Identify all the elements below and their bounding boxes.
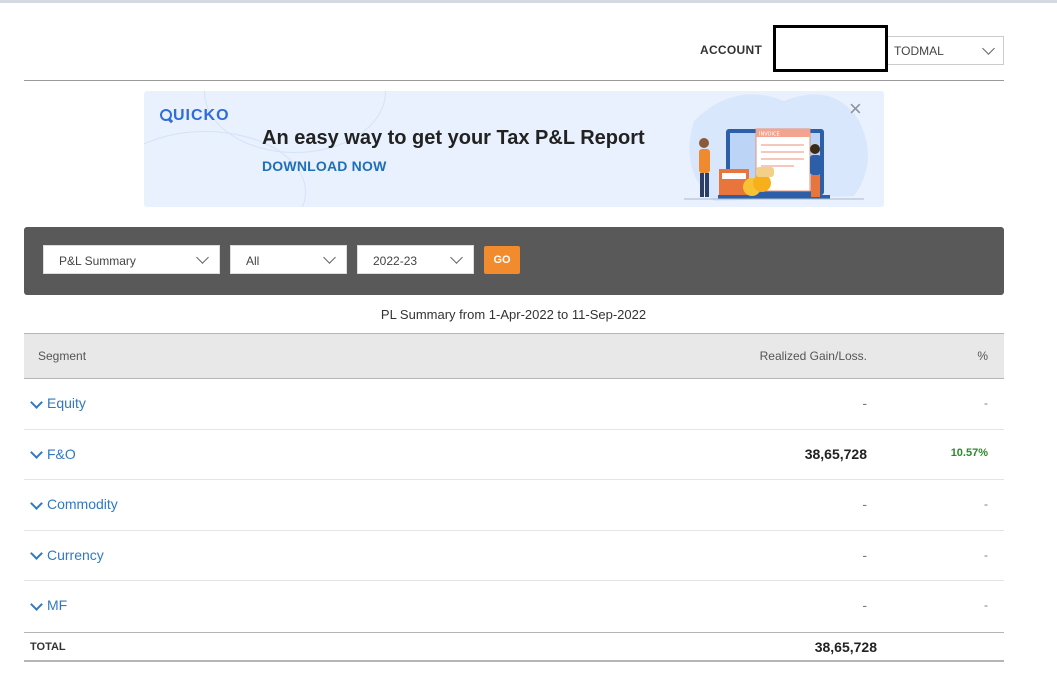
chevron-down-icon — [323, 251, 336, 264]
percent-value: - — [984, 396, 988, 410]
chevron-down-icon — [30, 496, 43, 510]
gain-value: - — [862, 496, 867, 512]
total-row: TOTAL 38,65,728 — [24, 631, 1004, 662]
pl-summary-table: Segment Realized Gain/Loss. % Equity - -… — [24, 333, 1004, 662]
table-row: Commodity - - — [24, 480, 1004, 531]
segment-select-value: All — [246, 254, 260, 268]
table-row: F&O 38,65,728 10.57% — [24, 430, 1004, 480]
chevron-down-icon — [450, 251, 463, 264]
percent-column-header: % — [977, 349, 988, 363]
segment-toggle-fno[interactable]: F&O — [30, 446, 76, 462]
table-row: Currency - - — [24, 531, 1004, 581]
report-type-select[interactable]: P&L Summary — [43, 245, 220, 274]
chevron-down-icon — [30, 597, 43, 611]
percent-value: - — [984, 497, 988, 511]
segment-label: Equity — [47, 395, 86, 411]
segment-label: Commodity — [47, 496, 118, 512]
account-select[interactable]: TODMAL — [887, 36, 1004, 65]
segment-label: Currency — [47, 546, 104, 563]
logo-text: UICKO — [173, 107, 230, 124]
chevron-down-icon — [30, 446, 43, 460]
redacted-account-box — [773, 25, 888, 72]
chevron-down-icon — [30, 547, 43, 561]
filter-bar: P&L Summary All 2022-23 GO — [24, 227, 1004, 295]
chevron-down-icon — [196, 251, 209, 264]
year-select-value: 2022-23 — [373, 254, 418, 268]
close-icon[interactable]: × — [849, 98, 862, 120]
segment-label: F&O — [47, 445, 76, 462]
table-header: Segment Realized Gain/Loss. % — [24, 333, 1004, 379]
download-now-link[interactable]: DOWNLOAD NOW — [262, 158, 387, 174]
table-row: Equity - - — [24, 379, 1004, 430]
percent-value: - — [984, 547, 988, 562]
top-strip — [0, 0, 1057, 3]
gain-value: - — [862, 546, 867, 563]
percent-value: - — [984, 598, 988, 612]
quicko-logo: UICKO — [160, 107, 230, 125]
gain-value: - — [862, 597, 867, 613]
gain-value: 38,65,728 — [804, 445, 867, 462]
chevron-down-icon — [30, 395, 43, 409]
chevron-down-icon — [982, 42, 995, 55]
tax-report-illustration: INVOICE — [684, 94, 868, 201]
logo-q-icon — [160, 109, 172, 121]
go-button[interactable]: GO — [484, 246, 520, 274]
promo-banner[interactable]: UICKO An easy way to get your Tax P&L Re… — [144, 91, 884, 207]
table-row: MF - - — [24, 581, 1004, 632]
summary-caption: PL Summary from 1-Apr-2022 to 11-Sep-202… — [380, 307, 647, 322]
gain-value: - — [862, 395, 867, 411]
percent-value: 10.57% — [950, 446, 988, 459]
illustration-invoice-text: INVOICE — [759, 132, 780, 138]
banner-title: An easy way to get your Tax P&L Report — [262, 127, 645, 149]
segment-column-header: Segment — [38, 349, 87, 363]
total-label: TOTAL — [30, 640, 66, 653]
account-label: ACCOUNT — [700, 43, 763, 57]
segment-toggle-currency[interactable]: Currency — [30, 547, 104, 563]
segment-label: MF — [47, 597, 68, 613]
report-type-value: P&L Summary — [59, 254, 136, 268]
segment-select[interactable]: All — [230, 245, 347, 274]
gain-column-header: Realized Gain/Loss. — [759, 349, 867, 363]
total-value: 38,65,728 — [814, 638, 877, 655]
segment-toggle-commodity[interactable]: Commodity — [30, 496, 118, 512]
segment-toggle-mf[interactable]: MF — [30, 597, 67, 613]
segment-toggle-equity[interactable]: Equity — [30, 395, 86, 411]
header-divider — [24, 80, 1004, 81]
year-select[interactable]: 2022-23 — [357, 245, 474, 274]
account-select-value: TODMAL — [894, 44, 944, 58]
